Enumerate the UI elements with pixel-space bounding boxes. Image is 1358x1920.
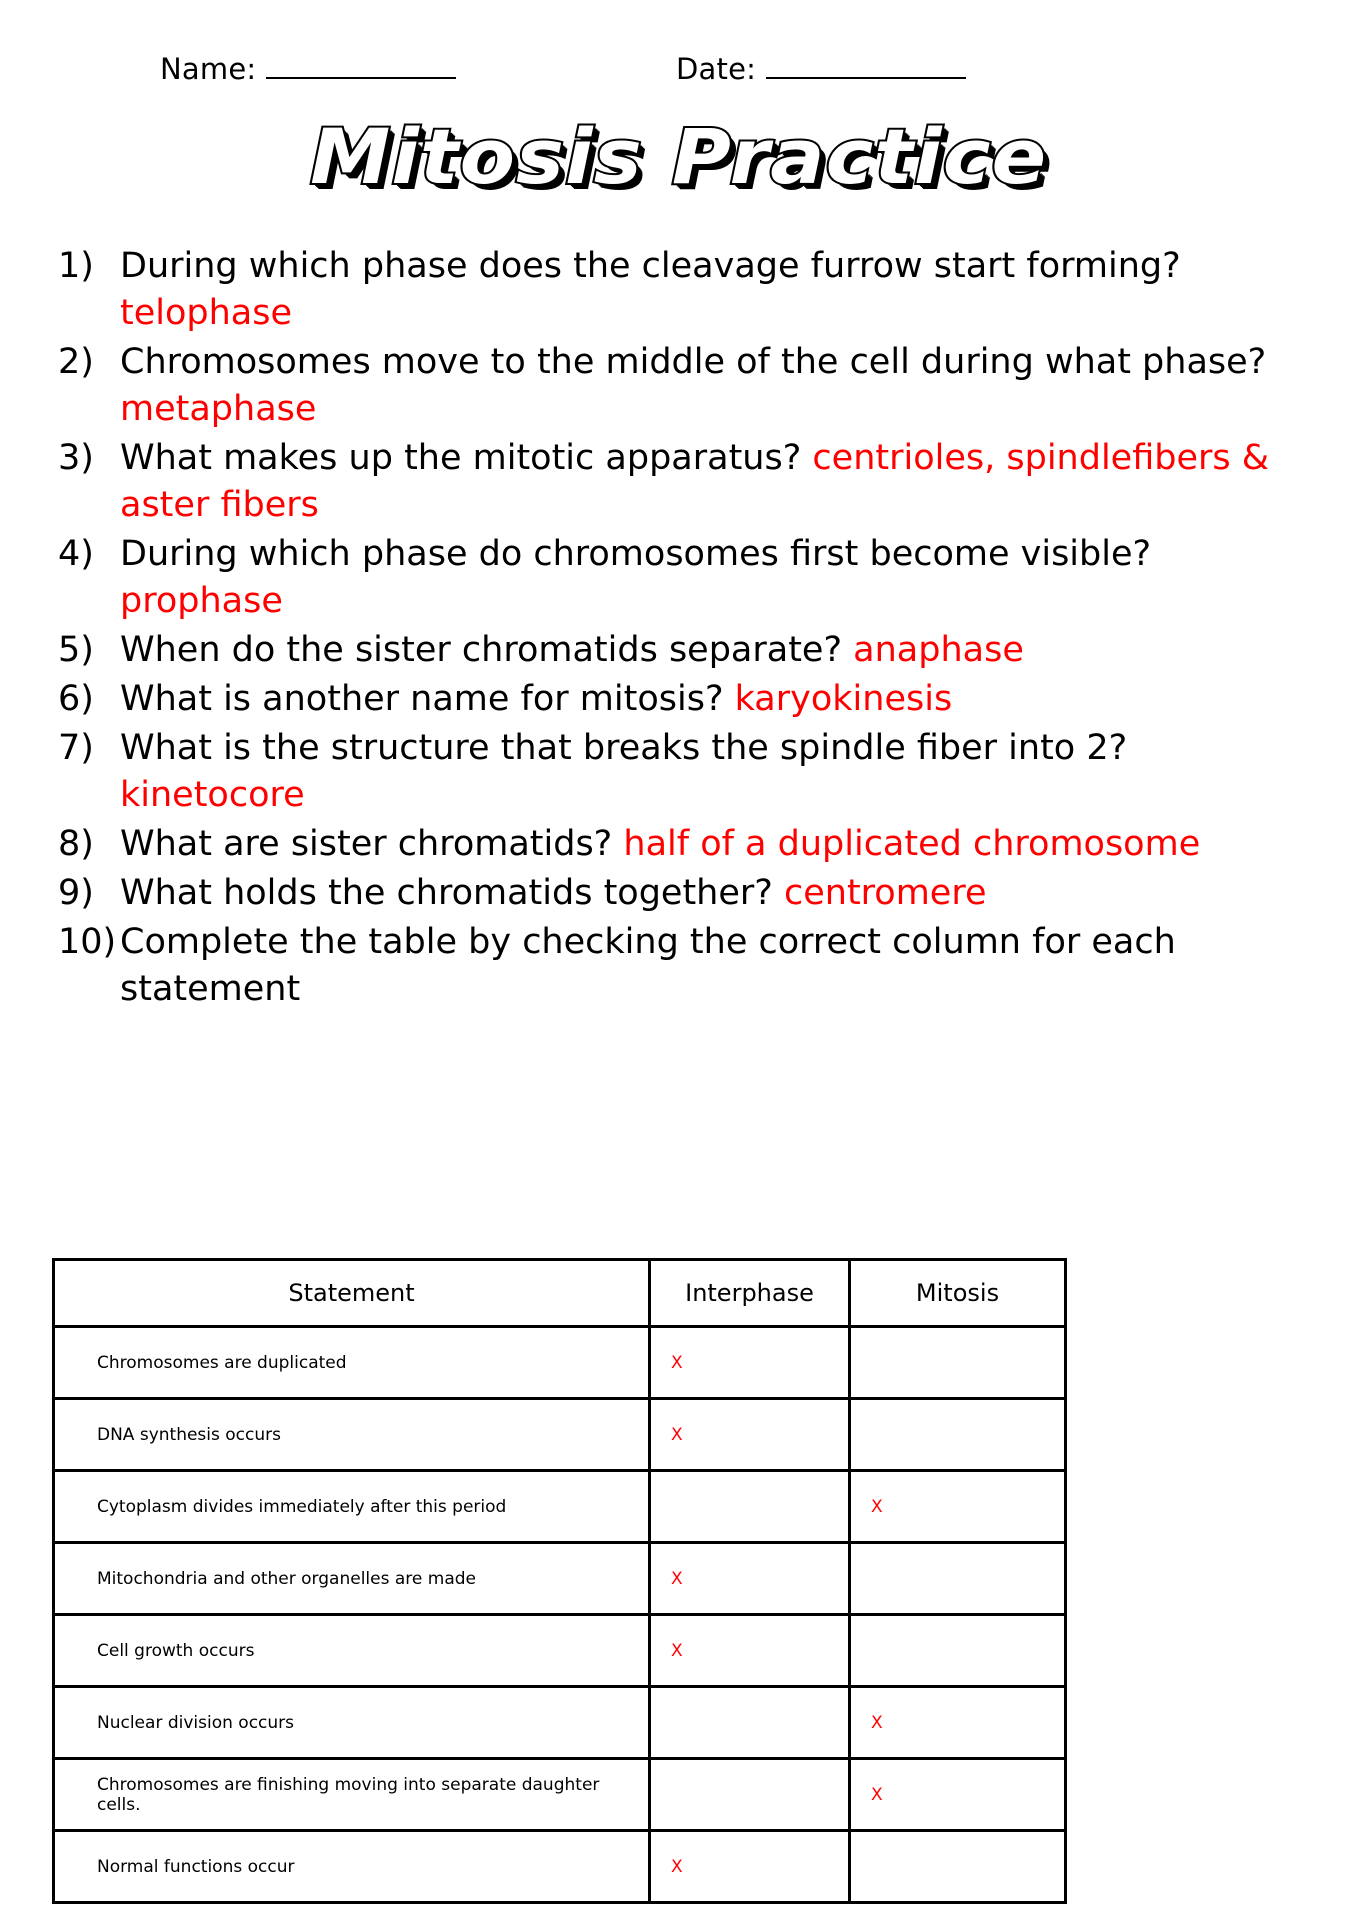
cell-interphase-mark[interactable]: X: [648, 1541, 851, 1616]
question-item: 2) Chromosomes move to the middle of the …: [58, 339, 1308, 433]
question-text: Chromosomes move to the middle of the ce…: [120, 342, 1267, 382]
questions-list: 1) During which phase does the cleavage f…: [58, 243, 1308, 1015]
question-body: What holds the chromatids together? cent…: [120, 870, 1308, 917]
table-header-row: Statement Interphase Mitosis: [52, 1258, 1067, 1328]
cell-mitosis-mark[interactable]: X: [848, 1469, 1067, 1544]
cell-statement: Chromosomes are finishing moving into se…: [52, 1757, 651, 1832]
cell-interphase-mark[interactable]: [648, 1685, 851, 1760]
question-number: 1): [58, 246, 94, 286]
question-answer[interactable]: half of a duplicated chromosome: [623, 824, 1200, 864]
worksheet-title-container: Mitosis Practice: [0, 110, 1358, 222]
table-row: Chromosomes are duplicated X: [52, 1325, 1067, 1400]
question-body: What is another name for mitosis? karyok…: [120, 676, 1308, 723]
question-number: 3): [58, 438, 94, 478]
question-number: 9): [58, 873, 94, 913]
question-item: 7) What is the structure that breaks the …: [58, 725, 1308, 819]
question-item: 8) What are sister chromatids? half of a …: [58, 821, 1308, 868]
table-row: Nuclear division occurs X: [52, 1685, 1067, 1760]
cell-interphase-mark[interactable]: [648, 1757, 851, 1832]
question-item: 1) During which phase does the cleavage f…: [58, 243, 1308, 337]
question-body: What are sister chromatids? half of a du…: [120, 821, 1308, 868]
question-body: Complete the table by checking the corre…: [120, 919, 1308, 1013]
cell-statement: Normal functions occur: [52, 1829, 651, 1904]
column-header-mitosis: Mitosis: [848, 1258, 1067, 1328]
question-item: 5) When do the sister chromatids separate…: [58, 627, 1308, 674]
question-body: During which phase do chromosomes first …: [120, 531, 1308, 625]
name-field-group: Name:: [160, 52, 457, 86]
column-header-interphase: Interphase: [648, 1258, 851, 1328]
question-item: 9) What holds the chromatids together? ce…: [58, 870, 1308, 917]
table-row: Normal functions occur X: [52, 1829, 1067, 1904]
question-text: What holds the chromatids together?: [120, 873, 784, 913]
question-text: What are sister chromatids?: [120, 824, 624, 864]
cell-statement: DNA synthesis occurs: [52, 1397, 651, 1472]
cell-interphase-mark[interactable]: X: [648, 1829, 851, 1904]
cell-mitosis-mark[interactable]: [848, 1829, 1067, 1904]
question-answer[interactable]: karyokinesis: [735, 679, 953, 719]
statement-table: Statement Interphase Mitosis Chromosomes…: [52, 1258, 1067, 1904]
cell-mitosis-mark[interactable]: X: [848, 1685, 1067, 1760]
question-answer[interactable]: metaphase: [120, 389, 316, 429]
question-item: 10) Complete the table by checking the co…: [58, 919, 1308, 1013]
question-text: Complete the table by checking the corre…: [120, 922, 1176, 1009]
column-header-statement: Statement: [52, 1258, 651, 1328]
cell-statement: Cytoplasm divides immediately after this…: [52, 1469, 651, 1544]
question-answer[interactable]: kinetocore: [120, 775, 305, 815]
question-number: 5): [58, 630, 94, 670]
question-item: 3) What makes up the mitotic apparatus? c…: [58, 435, 1308, 529]
date-label: Date:: [676, 52, 757, 86]
question-text: During which phase do chromosomes first …: [120, 534, 1152, 574]
cell-statement: Nuclear division occurs: [52, 1685, 651, 1760]
question-number: 10): [58, 922, 117, 962]
table-row: Chromosomes are finishing moving into se…: [52, 1757, 1067, 1832]
cell-interphase-mark[interactable]: X: [648, 1397, 851, 1472]
name-label: Name:: [160, 52, 257, 86]
table-row: DNA synthesis occurs X: [52, 1397, 1067, 1472]
cell-statement: Chromosomes are duplicated: [52, 1325, 651, 1400]
question-number: 4): [58, 534, 94, 574]
table-row: Cytoplasm divides immediately after this…: [52, 1469, 1067, 1544]
statement-table-container: Statement Interphase Mitosis Chromosomes…: [52, 1258, 1067, 1904]
cell-mitosis-mark[interactable]: [848, 1613, 1067, 1688]
question-text: What is the structure that breaks the sp…: [120, 728, 1128, 768]
question-text: What is another name for mitosis?: [120, 679, 735, 719]
question-number: 8): [58, 824, 94, 864]
question-body: Chromosomes move to the middle of the ce…: [120, 339, 1308, 433]
table-body: Chromosomes are duplicated X DNA synthesis…: [52, 1325, 1067, 1904]
question-number: 7): [58, 728, 94, 768]
question-answer[interactable]: prophase: [120, 581, 283, 621]
cell-mitosis-mark[interactable]: [848, 1325, 1067, 1400]
question-body: When do the sister chromatids separate? …: [120, 627, 1308, 674]
table-row: Mitochondria and other organelles are ma…: [52, 1541, 1067, 1616]
cell-mitosis-mark[interactable]: [848, 1541, 1067, 1616]
cell-mitosis-mark[interactable]: [848, 1397, 1067, 1472]
question-body: What makes up the mitotic apparatus? cen…: [120, 435, 1308, 529]
name-write-line[interactable]: [266, 55, 457, 79]
question-item: 4) During which phase do chromosomes firs…: [58, 531, 1308, 625]
cell-statement: Cell growth occurs: [52, 1613, 651, 1688]
question-answer[interactable]: anaphase: [853, 630, 1024, 670]
table-row: Cell growth occurs X: [52, 1613, 1067, 1688]
question-item: 6) What is another name for mitosis? kary…: [58, 676, 1308, 723]
date-write-line[interactable]: [766, 55, 967, 79]
cell-mitosis-mark[interactable]: X: [848, 1757, 1067, 1832]
question-answer[interactable]: centromere: [784, 873, 987, 913]
question-number: 6): [58, 679, 94, 719]
question-text: When do the sister chromatids separate?: [120, 630, 854, 670]
question-answer[interactable]: telophase: [120, 293, 292, 333]
cell-interphase-mark[interactable]: X: [648, 1613, 851, 1688]
cell-interphase-mark[interactable]: X: [648, 1325, 851, 1400]
question-text: What makes up the mitotic apparatus?: [120, 438, 813, 478]
question-body: During which phase does the cleavage fur…: [120, 243, 1308, 337]
question-number: 2): [58, 342, 94, 382]
question-body: What is the structure that breaks the sp…: [120, 725, 1308, 819]
cell-interphase-mark[interactable]: [648, 1469, 851, 1544]
name-date-header: Name: Date:: [0, 52, 1358, 98]
question-text: During which phase does the cleavage fur…: [120, 246, 1181, 286]
date-field-group: Date:: [676, 52, 967, 86]
worksheet-title: Mitosis Practice: [308, 110, 1048, 203]
cell-statement: Mitochondria and other organelles are ma…: [52, 1541, 651, 1616]
